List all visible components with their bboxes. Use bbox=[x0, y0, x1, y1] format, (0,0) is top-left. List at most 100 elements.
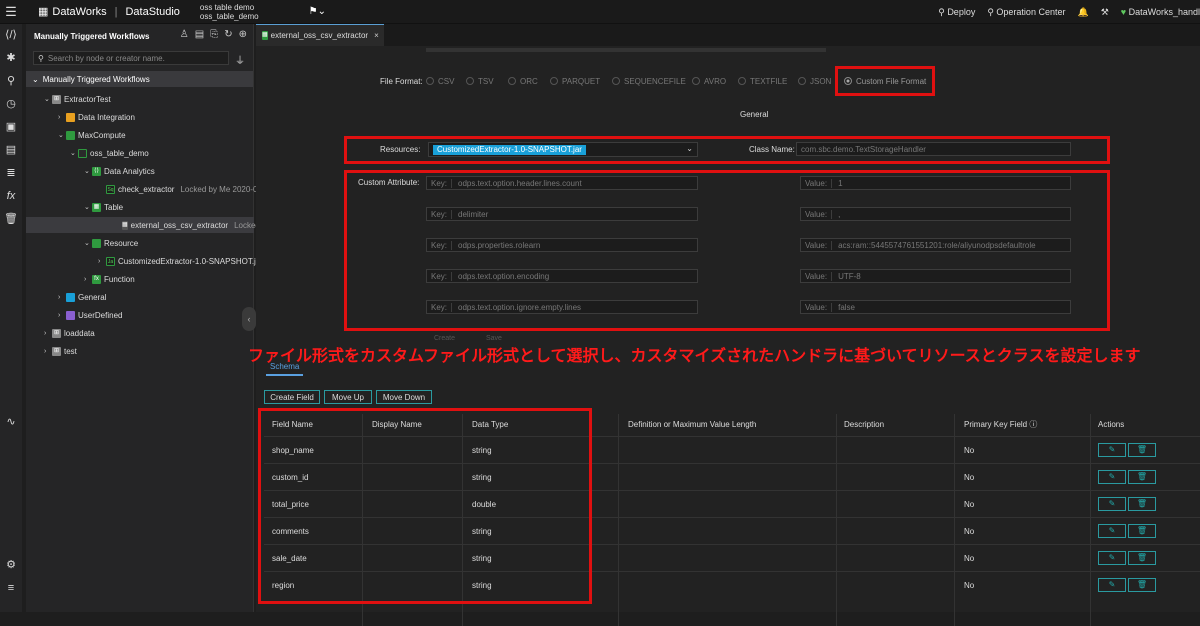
tree-node-table[interactable]: ⌄ ▦ Table bbox=[84, 199, 123, 215]
workflow-icon: ⊞ bbox=[52, 94, 61, 104]
collapse-sidebar-button[interactable]: ‹ bbox=[242, 307, 256, 331]
close-icon[interactable]: × bbox=[374, 31, 379, 40]
tree-node-function[interactable]: › fx Function bbox=[84, 271, 135, 287]
bell-icon[interactable]: 🔔 bbox=[1077, 7, 1088, 18]
radio-json[interactable]: JSON bbox=[798, 77, 831, 86]
tree-node-resource[interactable]: ⌄ Resource bbox=[84, 235, 138, 251]
radio-parquet[interactable]: PARQUET bbox=[550, 77, 600, 86]
attr-key-input[interactable]: Key: odps.text.option.ignore.empty.lines bbox=[426, 300, 698, 314]
annotation-text: ファイル形式をカスタムファイル形式として選択し、カスタマイズされたハンドラに基づ… bbox=[248, 348, 1141, 365]
primary-key-cell: No bbox=[964, 500, 975, 509]
attr-value-input[interactable]: Value: UTF-8 bbox=[800, 269, 1071, 283]
tree-node-general[interactable]: › General bbox=[58, 289, 106, 305]
jar-icon: Ja bbox=[106, 256, 115, 266]
deploy-link[interactable]: ⚲ Deploy bbox=[938, 7, 975, 18]
workspace-selector[interactable]: oss table demo oss_table_demo bbox=[200, 3, 259, 21]
delete-icon[interactable]: 🗑 bbox=[1128, 524, 1156, 538]
tree-node-extractortest[interactable]: ⌄ ⊞ ExtractorTest bbox=[44, 91, 111, 107]
attr-value-input[interactable]: Value:, bbox=[800, 207, 1071, 221]
settings-icon[interactable]: ⚙ bbox=[0, 554, 22, 577]
user-icon[interactable]: ♙ bbox=[180, 29, 189, 40]
delete-icon[interactable]: 🗑 bbox=[1128, 578, 1156, 592]
tree-node-oss-table-demo[interactable]: ⌄ oss_table_demo bbox=[70, 145, 149, 161]
move-down-button[interactable]: Move Down bbox=[376, 390, 432, 404]
briefcase-icon[interactable]: ▣ bbox=[0, 116, 22, 139]
operation-center-link[interactable]: ⚲ Operation Center bbox=[987, 7, 1065, 18]
create-field-button[interactable]: Create Field bbox=[264, 390, 320, 404]
editor-area: ▦ external_oss_csv_extractor × File Format… bbox=[256, 24, 1200, 626]
tree-node-jar[interactable]: › Ja CustomizedExtractor-1.0-SNAPSHOT.jar bbox=[98, 253, 263, 269]
tree-node-test[interactable]: › ⊞ test bbox=[44, 343, 77, 359]
storage-address-field[interactable] bbox=[426, 48, 826, 52]
clock-icon[interactable]: ◷ bbox=[0, 93, 22, 116]
puzzle-icon[interactable]: ✱ bbox=[0, 47, 22, 70]
search-icon: ⚲ bbox=[38, 53, 44, 63]
tree-node-userdefined[interactable]: › UserDefined bbox=[58, 307, 122, 323]
tree-node-loaddata[interactable]: › ⊞ loaddata bbox=[44, 325, 95, 341]
attr-key-input[interactable]: Key: odps.properties.rolearn bbox=[426, 238, 698, 252]
database-icon bbox=[78, 148, 87, 158]
tree-node-check-extractor[interactable]: Sq check_extractor Locked by Me 2020-0 bbox=[106, 181, 257, 197]
list-icon[interactable]: ≣ bbox=[0, 162, 22, 185]
delete-icon[interactable]: 🗑 bbox=[1128, 470, 1156, 484]
radio-textfile[interactable]: TEXTFILE bbox=[738, 77, 787, 86]
attr-value-input[interactable]: Value: 1 bbox=[800, 176, 1071, 190]
attr-value-input[interactable]: Value: acs:ram::5445574761551201:role/ali… bbox=[800, 238, 1071, 252]
file-format-row: File Format: CSV TSV ORC PARQUET SEQUENC… bbox=[256, 74, 1200, 88]
general-icon bbox=[66, 292, 75, 302]
filter-list-icon[interactable]: ▤ bbox=[195, 29, 204, 40]
workspace-account[interactable]: ♥ DataWorks_handl bbox=[1121, 7, 1200, 17]
delete-icon[interactable]: 🗑 bbox=[1128, 443, 1156, 457]
edit-icon[interactable]: ✎ bbox=[1098, 524, 1126, 538]
class-name-input[interactable]: com.sbc.demo.TextStorageHandler bbox=[796, 142, 1071, 156]
search-input[interactable]: ⚲ Search by node or creator name. bbox=[33, 51, 229, 65]
menu-bottom-icon[interactable]: ≡ bbox=[0, 577, 22, 600]
table-icon[interactable]: ▤ bbox=[0, 139, 22, 162]
menu-icon[interactable]: ☰ bbox=[0, 0, 22, 24]
attr-key-input[interactable]: Key: delimiter bbox=[426, 207, 698, 221]
sidebar-toolbar: ♙ ▤ ⎘ ↻ ⊕ bbox=[180, 29, 247, 40]
attr-key-input[interactable]: Key: odps.text.option.header.lines.count bbox=[426, 176, 698, 190]
delete-icon[interactable]: 🗑 bbox=[1128, 497, 1156, 511]
tree-node-maxcompute[interactable]: ⌄ MaxCompute bbox=[58, 127, 126, 143]
delete-icon[interactable]: 🗑 bbox=[1128, 551, 1156, 565]
resource-icon bbox=[92, 238, 101, 248]
radio-avro[interactable]: AVRO bbox=[692, 77, 726, 86]
radio-orc[interactable]: ORC bbox=[508, 77, 538, 86]
resources-select[interactable]: CustomizedExtractor-1.0-SNAPSHOT.jar ⌄ bbox=[428, 142, 698, 157]
primary-key-cell: No bbox=[964, 473, 975, 482]
code-icon[interactable]: ⟨/⟩ bbox=[0, 24, 22, 47]
edit-icon[interactable]: ✎ bbox=[1098, 578, 1126, 592]
pulse-icon[interactable]: ∿ bbox=[0, 411, 22, 434]
search-icon[interactable]: ⚲ bbox=[0, 70, 22, 93]
trash-icon[interactable]: 🗑 bbox=[0, 208, 22, 231]
tree-node-external-oss-csv-extractor[interactable]: ▦ external_oss_csv_extractor Locked by bbox=[26, 217, 271, 233]
radio-tsv[interactable]: TSV bbox=[466, 77, 494, 86]
table-icon: ▦ bbox=[92, 202, 101, 212]
tree-node-data-integration[interactable]: › Data Integration bbox=[58, 109, 135, 125]
new-file-icon[interactable]: ⎘ bbox=[210, 29, 218, 40]
attr-key-input[interactable]: Key: odps.text.option.encoding bbox=[426, 269, 698, 283]
refresh-icon[interactable]: ↻ bbox=[224, 29, 232, 40]
help-icon[interactable]: ⓘ bbox=[1029, 420, 1037, 429]
function-icon[interactable]: fx bbox=[0, 185, 22, 208]
radio-sequencefile[interactable]: SEQUENCEFILE bbox=[612, 77, 686, 86]
tab-external-oss-csv-extractor[interactable]: ▦ external_oss_csv_extractor × bbox=[256, 24, 384, 46]
edit-icon[interactable]: ✎ bbox=[1098, 551, 1126, 565]
workspace-line2: oss_table_demo bbox=[199, 11, 259, 21]
radio-csv[interactable]: CSV bbox=[426, 77, 454, 86]
target-icon[interactable]: ⊕ bbox=[239, 29, 247, 40]
table-file-icon: ▦ bbox=[122, 220, 128, 230]
maxcompute-icon bbox=[66, 130, 75, 140]
move-up-button[interactable]: Move Up bbox=[324, 390, 372, 404]
filter-icon[interactable]: ⏚ bbox=[235, 52, 245, 67]
edit-icon[interactable]: ✎ bbox=[1098, 497, 1126, 511]
edit-icon[interactable]: ✎ bbox=[1098, 470, 1126, 484]
tree-node-data-analytics[interactable]: ⌄ ⟨⟩ Data Analytics bbox=[84, 163, 155, 179]
edit-icon[interactable]: ✎ bbox=[1098, 443, 1126, 457]
wrench-icon[interactable]: ⚒ bbox=[1101, 7, 1109, 18]
tree-root[interactable]: ⌄ Manually Triggered Workflows bbox=[26, 71, 253, 87]
resources-label: Resources: bbox=[380, 145, 421, 154]
attr-value-input[interactable]: Value: false bbox=[800, 300, 1071, 314]
bookmark-icon[interactable]: ⚑⌄ bbox=[309, 6, 326, 17]
